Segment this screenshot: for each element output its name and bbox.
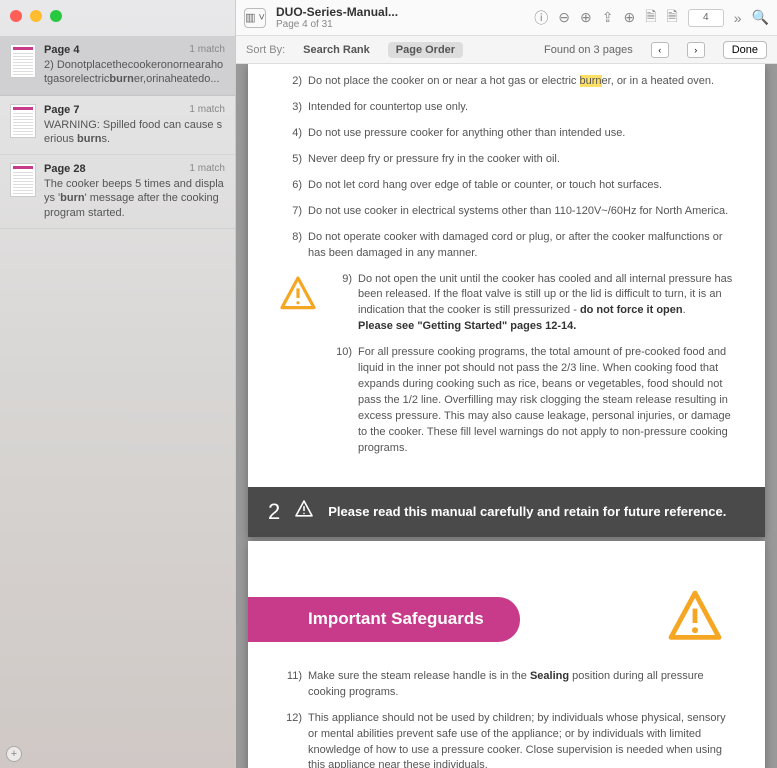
search-icon[interactable]: ⊕ xyxy=(624,9,636,26)
pdf-page-5: Important Safeguards 11)Make sure the st… xyxy=(248,541,765,768)
document-title: DUO-Series-Manual... xyxy=(276,5,398,19)
result-thumbnail xyxy=(10,163,36,197)
search-results-sidebar: Page 4 1 match 2) Donotplacethecookeronorn… xyxy=(0,0,236,768)
safeguard-item: 4)Do not use pressure cooker for anythin… xyxy=(278,126,735,142)
add-button[interactable]: + xyxy=(6,746,22,762)
page-number: 2 xyxy=(268,499,280,525)
safeguard-item: 2)Do not place the cooker on or near a h… xyxy=(278,74,735,90)
done-button[interactable]: Done xyxy=(723,41,767,59)
sidebar-toggle[interactable]: ▥ ˅ xyxy=(244,8,266,28)
page-icon-2[interactable]: 🗎 xyxy=(667,6,678,30)
next-result[interactable]: › xyxy=(687,42,705,58)
safeguard-item: 8)Do not operate cooker with damaged cor… xyxy=(278,230,735,262)
warning-icon-large xyxy=(665,587,725,653)
safeguard-item: 6)Do not let cord hang over edge of tabl… xyxy=(278,178,735,194)
window-controls xyxy=(10,10,62,22)
result-thumbnail xyxy=(10,104,36,138)
match-count: 1 match xyxy=(189,44,225,56)
match-count: 1 match xyxy=(189,104,225,116)
safeguard-item-10: 10) For all pressure cooking programs, t… xyxy=(328,345,735,457)
page-viewport[interactable]: 2)Do not place the cooker on or near a h… xyxy=(236,64,777,768)
sort-bar: Sort By: Search Rank Page Order Found on… xyxy=(236,36,777,64)
result-page: Page 7 xyxy=(44,104,79,116)
result-snippet: WARNING: Spilled food can cause serious … xyxy=(44,118,225,147)
safeguard-item: 5)Never deep fry or pressure fry in the … xyxy=(278,152,735,168)
safeguards-heading: Important Safeguards xyxy=(248,597,520,642)
result-snippet: 2) Donotplacethecookeronornearahotgasore… xyxy=(44,58,225,87)
search-toolbar-icon[interactable]: 🔍 xyxy=(752,9,769,26)
safeguard-item: 11)Make sure the steam release handle is… xyxy=(278,669,735,701)
pdf-page-4: 2)Do not place the cooker on or near a h… xyxy=(248,64,765,537)
minimize-window[interactable] xyxy=(30,10,42,22)
page-footer: 2 Please read this manual carefully and … xyxy=(248,487,765,537)
page-indicator: Page 4 of 31 xyxy=(276,19,398,30)
search-result[interactable]: Page 7 1 match WARNING: Spilled food can c… xyxy=(0,96,235,156)
safeguard-item: 12)This appliance should not be used by … xyxy=(278,711,735,768)
share-icon[interactable]: ⇪ xyxy=(602,9,614,26)
more-icon[interactable]: » xyxy=(734,10,742,26)
sort-by-label: Sort By: xyxy=(246,44,285,56)
result-thumbnail xyxy=(10,44,36,78)
close-window[interactable] xyxy=(10,10,22,22)
sort-search-rank[interactable]: Search Rank xyxy=(303,44,370,56)
result-snippet: The cooker beeps 5 times and displays 'b… xyxy=(44,177,225,220)
zoom-out-icon[interactable]: ⊖ xyxy=(558,9,570,26)
result-page: Page 28 xyxy=(44,163,86,175)
safeguard-item: 3)Intended for countertop use only. xyxy=(278,100,735,116)
found-count: Found on 3 pages xyxy=(544,44,633,56)
safeguard-item: 7)Do not use cooker in electrical system… xyxy=(278,204,735,220)
search-result[interactable]: Page 28 1 match The cooker beeps 5 times a… xyxy=(0,155,235,229)
result-page: Page 4 xyxy=(44,44,79,56)
search-result[interactable]: Page 4 1 match 2) Donotplacethecookeronorn… xyxy=(0,36,235,96)
info-icon[interactable]: ⓘ xyxy=(534,8,548,28)
prev-result[interactable]: ‹ xyxy=(651,42,669,58)
warning-icon xyxy=(278,274,318,320)
safeguard-item-9: 9) Do not open the unit until the cooker… xyxy=(328,272,735,336)
zoom-window[interactable] xyxy=(50,10,62,22)
toolbar: ▥ ˅ DUO-Series-Manual... Page 4 of 31 ⓘ … xyxy=(236,0,777,36)
warning-icon-small xyxy=(294,499,314,524)
footer-text: Please read this manual carefully and re… xyxy=(328,504,726,519)
page-icon[interactable]: 🗎 xyxy=(645,6,656,30)
match-count: 1 match xyxy=(189,163,225,175)
zoom-in-icon[interactable]: ⊕ xyxy=(580,9,592,26)
sort-page-order[interactable]: Page Order xyxy=(388,42,463,58)
page-number-input[interactable] xyxy=(688,9,724,27)
